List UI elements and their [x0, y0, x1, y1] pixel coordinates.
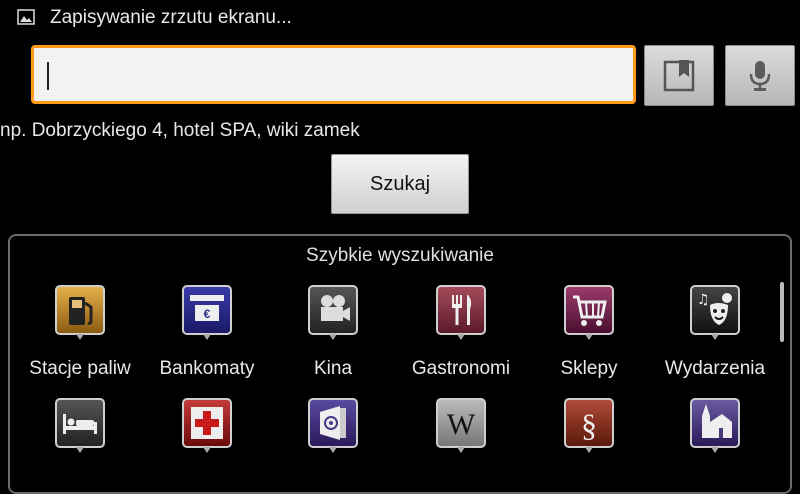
atm-icon: €: [182, 285, 232, 335]
bookmark-icon: [663, 59, 695, 91]
safe-icon: [308, 398, 358, 448]
church-icon: [690, 398, 740, 448]
search-button[interactable]: Szukaj: [331, 154, 469, 214]
svg-text:W: W: [447, 408, 476, 441]
category-label: Wydarzenia: [664, 358, 766, 379]
bed-icon: [55, 398, 105, 448]
quick-search-title: Szybkie wyszukiwanie: [306, 245, 494, 266]
shopping-cart-icon: [564, 285, 614, 335]
fuel-pump-icon: [55, 285, 105, 335]
theater-masks-icon: ♫: [690, 285, 740, 335]
film-camera-icon: [308, 285, 358, 335]
text-cursor: [47, 62, 49, 90]
svg-text:§: §: [581, 407, 597, 443]
svg-text:♫: ♫: [697, 292, 710, 308]
svg-text:€: €: [204, 307, 211, 321]
status-text: Zapisywanie zrzutu ekranu...: [50, 7, 292, 28]
microphone-icon: [749, 60, 771, 91]
search-hint: np. Dobrzyckiego 4, hotel SPA, wiki zame…: [0, 120, 360, 141]
fork-knife-icon: [436, 285, 486, 335]
voice-search-button[interactable]: [725, 45, 795, 106]
image-icon: [17, 9, 35, 25]
search-input-box[interactable]: [31, 45, 636, 104]
red-cross-icon: [182, 398, 232, 448]
wikipedia-icon: W: [436, 398, 486, 448]
search-input[interactable]: [54, 60, 618, 92]
status-bar: Zapisywanie zrzutu ekranu...: [0, 0, 800, 38]
bookmark-button[interactable]: [644, 45, 714, 106]
paragraph-icon: §: [564, 398, 614, 448]
scrollbar[interactable]: [780, 282, 784, 342]
